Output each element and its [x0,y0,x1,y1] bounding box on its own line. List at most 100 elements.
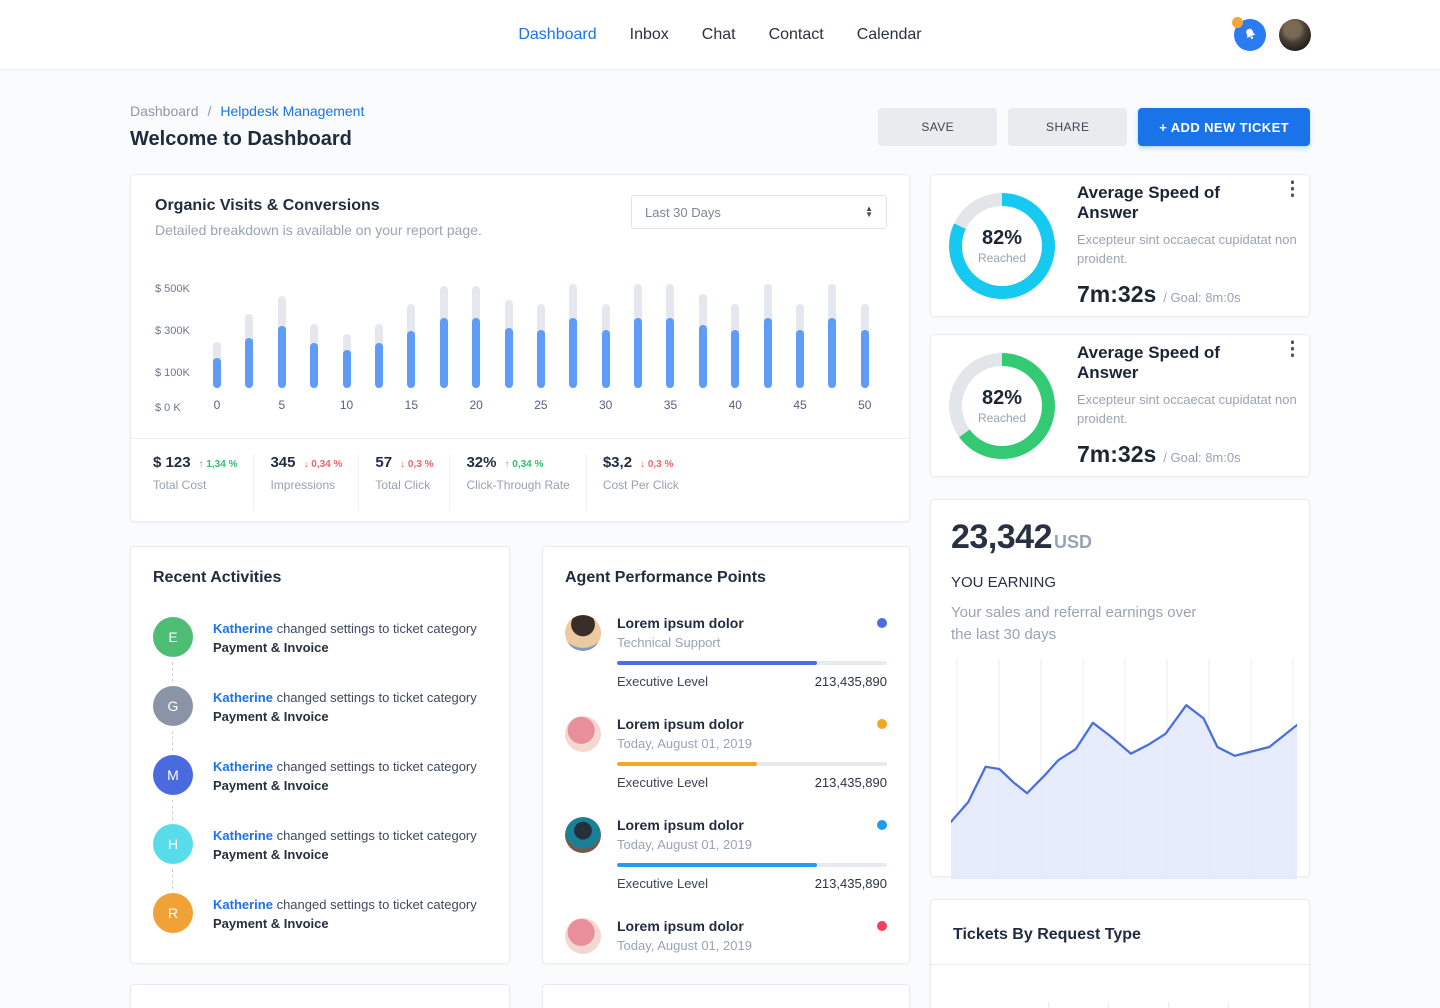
bar-total-segment [440,286,448,388]
notification-button[interactable] [1234,19,1266,51]
bar-visits-segment [213,358,221,388]
agent-body: Lorem ipsum dolor Today, August 01, 2019 E… [617,817,887,891]
activity-user-link[interactable]: Katherine [213,621,273,636]
activity-target: Payment & Invoice [213,915,477,934]
breadcrumb-current[interactable]: Helpdesk Management [220,103,364,119]
nav-right [1234,19,1311,51]
speed-goal-label: / Goal: 8m:0s [1163,290,1240,305]
bar-column: 0 [213,342,221,388]
kebab-menu-icon[interactable]: ⋮ [1283,183,1302,197]
activity-item: EKatherine changed settings to ticket ca… [153,617,487,686]
agent-head: Lorem ipsum dolor [617,918,887,934]
earnings-area-fill [951,705,1297,879]
activity-avatar: H [153,824,193,864]
header-actions: SAVE SHARE + ADD NEW TICKET [878,108,1310,151]
activity-avatar: M [153,755,193,795]
agent-level-row: Executive Level213,435,890 [617,775,887,790]
nav-item-contact[interactable]: Contact [769,26,824,44]
bar-visits-segment [343,350,351,388]
bar-column: 35 [666,284,674,388]
activity-user-link[interactable]: Katherine [213,759,273,774]
bar-visits-segment [828,318,836,388]
bar-visits-segment [245,338,253,388]
ring-reached-label: Reached [978,411,1026,425]
nav-item-calendar[interactable]: Calendar [857,26,922,44]
agent-body: Lorem ipsum dolor Technical Support Execut… [617,615,887,689]
partial-card-middle [542,984,910,1008]
x-axis-tick: 5 [278,398,285,412]
bar-column: 5 [278,296,286,388]
recent-activities-title: Recent Activities [153,569,487,587]
agent-progress-fill [617,762,757,766]
agent-row: Lorem ipsum dolor Technical Support Execut… [565,615,887,689]
x-axis-tick: 40 [729,398,742,412]
bar-chart-bars: 05101520253035404550 [213,284,869,388]
bar-visits-segment [505,328,513,388]
ring-percent: 82% [982,227,1022,250]
stat-value: 57 [375,454,392,471]
bar-total-segment [505,300,513,388]
agent-level-label: Executive Level [617,775,708,790]
bar-total-segment [699,294,707,388]
speed-card-desc: Excepteur sint occaecat cupidatat non pr… [1077,391,1302,429]
bar-total-segment [472,286,480,388]
agent-head: Lorem ipsum dolor [617,615,887,631]
y-axis-tick: $ 0 K [155,402,181,414]
bar-column: 20 [472,286,480,388]
ring-percent: 82% [982,387,1022,410]
bar-total-segment [602,304,610,388]
organic-visits-card: Organic Visits & Conversions Detailed br… [130,174,910,522]
agent-level-label: Executive Level [617,674,708,689]
agent-status-dot [877,820,887,830]
activity-user-link[interactable]: Katherine [213,897,273,912]
kebab-menu-icon[interactable]: ⋮ [1283,343,1302,357]
bar-visits-segment [666,318,674,388]
stat-delta: ↓ 0,3 % [640,459,673,470]
breadcrumb-separator: / [208,103,212,119]
add-new-ticket-button[interactable]: + ADD NEW TICKET [1138,108,1310,146]
agent-status-dot [877,719,887,729]
speed-card-title: Average Speed of Answer [1077,183,1283,223]
share-button[interactable]: SHARE [1008,108,1127,146]
x-axis-tick: 0 [214,398,221,412]
agent-progress-track [617,863,887,867]
breadcrumb-root[interactable]: Dashboard [130,103,199,119]
tickets-title: Tickets By Request Type [953,926,1141,943]
earnings-desc: Your sales and referral earnings over th… [951,602,1216,646]
agent-subtitle: Technical Support [617,635,887,650]
bar-total-segment [731,304,739,388]
x-axis-tick: 50 [858,398,871,412]
user-avatar[interactable] [1279,19,1311,51]
agent-list: Lorem ipsum dolor Technical Support Execut… [565,615,887,964]
bar-total-segment [634,284,642,388]
bar-total-segment [828,284,836,388]
earnings-currency: USD [1054,532,1092,553]
stat-total-click: 57↓ 0,3 %Total Click [358,454,449,511]
save-button[interactable]: SAVE [878,108,997,146]
tickets-chart-stub [931,965,1309,1008]
agent-level-label: Executive Level [617,876,708,891]
agent-level-row: Executive Level213,435,890 [617,876,887,891]
bar-total-segment [407,304,415,388]
bar-visits-segment [310,343,318,388]
bar-visits-segment [731,330,739,388]
bar-total-segment [213,342,221,388]
bar-column: 10 [343,334,351,388]
stat-top: $3,2↓ 0,3 % [603,454,679,471]
stat-value: $ 123 [153,454,191,471]
stat-label: Cost Per Click [603,478,679,492]
x-axis-tick: 45 [793,398,806,412]
activity-item: GKatherine changed settings to ticket ca… [153,686,487,755]
nav-item-chat[interactable]: Chat [702,26,736,44]
organic-stats-strip: $ 123↑ 1,34 %Total Cost345↓ 0,34 %Impres… [131,438,909,511]
avg-speed-card-2: 82% Reached Average Speed of Answer ⋮ Ex… [930,334,1310,477]
nav-item-inbox[interactable]: Inbox [630,26,669,44]
activity-user-link[interactable]: Katherine [213,690,273,705]
bar-total-segment [375,324,383,388]
nav-item-dashboard[interactable]: Dashboard [518,26,596,44]
bar-total-segment [796,304,804,388]
agent-name: Lorem ipsum dolor [617,817,744,833]
agent-subtitle: Today, August 01, 2019 [617,837,887,852]
period-select[interactable]: Last 30 Days ▲▼ [631,195,887,229]
activity-user-link[interactable]: Katherine [213,828,273,843]
